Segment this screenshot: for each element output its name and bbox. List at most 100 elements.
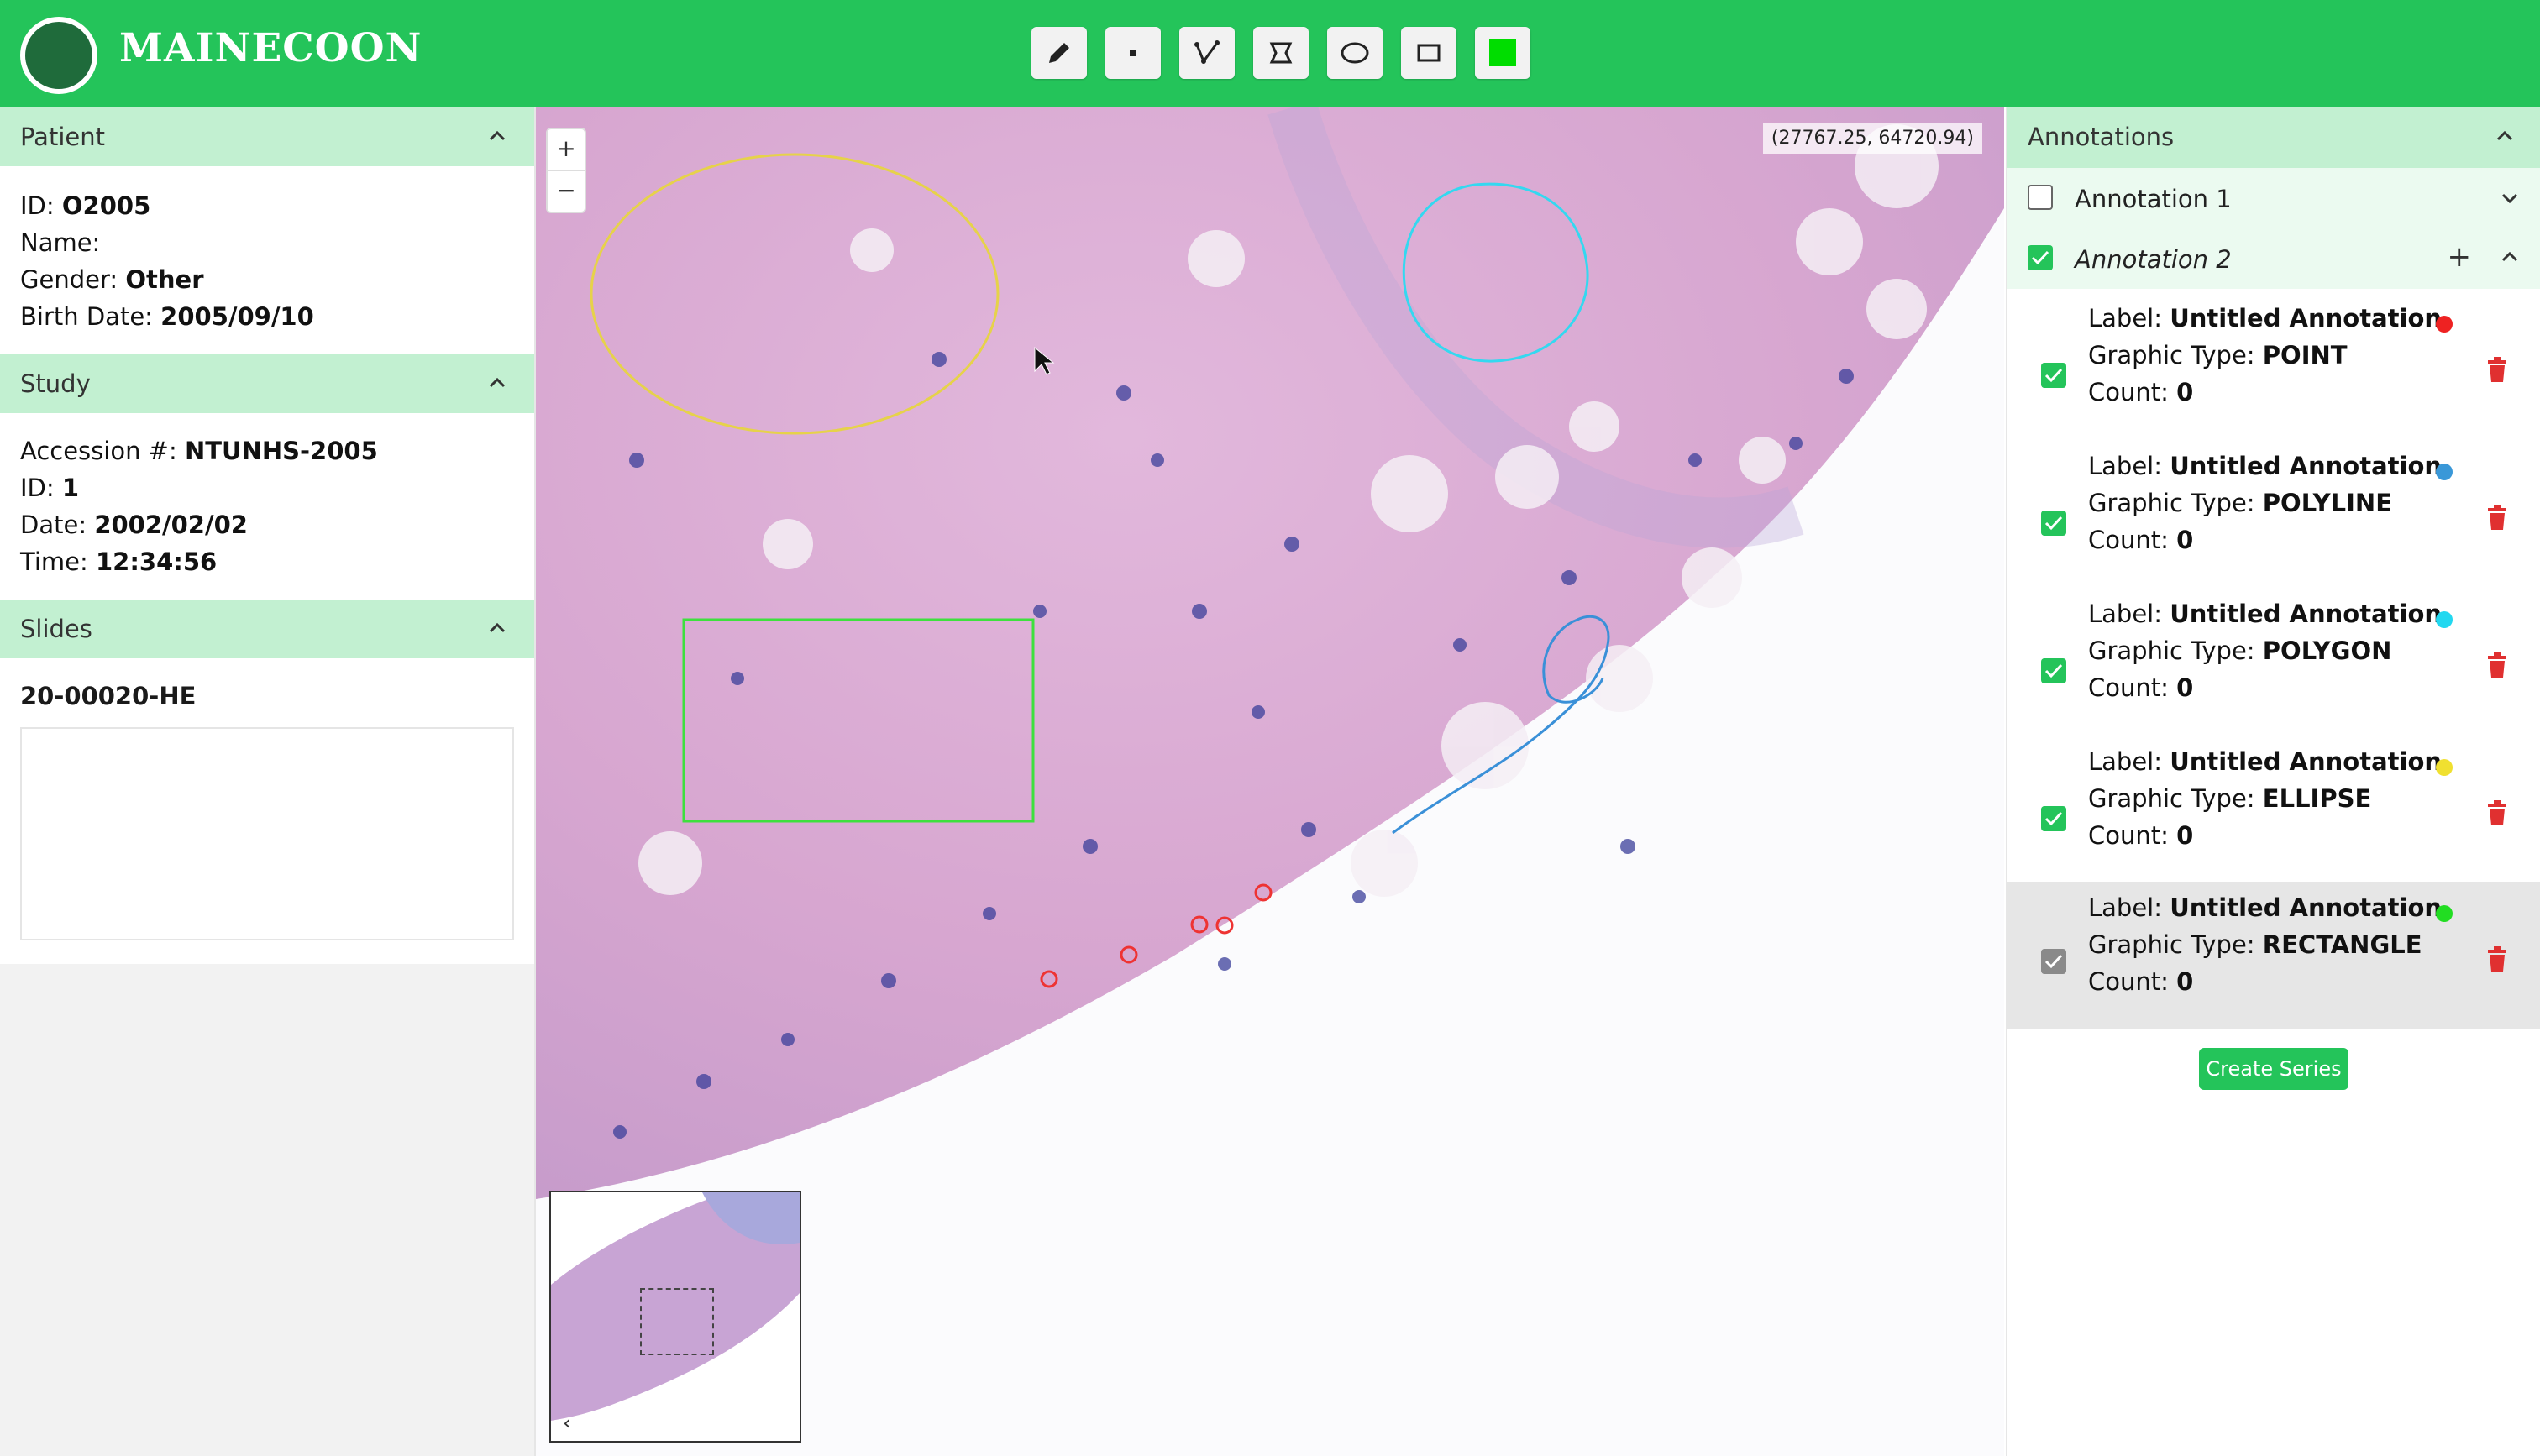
check-icon [2044,368,2063,383]
patient-birth-date: Birth Date: 2005/09/10 [20,302,314,331]
polyline-icon [1194,40,1220,65]
check-icon [2044,516,2063,531]
study-section-header[interactable]: Study [0,354,534,413]
annotation-group-row[interactable]: Annotation 2 + [2007,228,2540,289]
slide-viewer[interactable]: + − (27767.25, 64720.94) ‹ [536,107,2004,1456]
check-icon [2044,663,2063,678]
annotation-label: Label: Untitled Annotation [2088,600,2443,628]
annotation-color-dot[interactable] [2436,905,2453,922]
annotation-group-checkbox[interactable] [2028,245,2053,270]
check-icon [2044,954,2063,969]
study-accession: Accession #: NTUNHS-2005 [20,437,378,465]
left-panel-footer [0,964,534,1456]
point-tool-button[interactable] [1105,27,1161,79]
study-title: Study [20,369,91,398]
trash-icon [2488,357,2506,382]
annotation-visibility-checkbox[interactable] [2041,949,2066,974]
annotation-group-row[interactable]: Annotation 1 [2007,168,2540,228]
polyline-tool-button[interactable] [1179,27,1235,79]
annotation-color-dot[interactable] [2436,611,2453,628]
color-swatch-icon [1489,39,1516,66]
pen-tool-button[interactable] [1031,27,1087,79]
trash-icon [2488,505,2506,530]
create-series-button[interactable]: Create Series [2199,1048,2348,1090]
check-icon [2044,811,2063,826]
annotation-label: Label: Untitled Annotation [2088,747,2443,776]
patient-gender: Gender: Other [20,265,204,294]
patient-section-header[interactable]: Patient [0,107,534,166]
annotation-item-selected[interactable]: Label: Untitled Annotation Graphic Type:… [2007,882,2540,1029]
annotation-count: Count: 0 [2088,967,2194,996]
chevron-up-icon [2501,251,2518,262]
annotation-graphic-type: Graphic Type: POLYGON [2088,636,2392,665]
patient-id: ID: O2005 [20,191,151,220]
left-panel: Patient ID: O2005 Name: Gender: Other Bi… [0,107,536,1456]
polygon-icon [1269,42,1293,64]
ellipse-tool-button[interactable] [1327,27,1383,79]
annotation-graphic-type: Graphic Type: ELLIPSE [2088,784,2372,813]
pencil-icon [1049,43,1069,63]
annotations-title: Annotations [2028,123,2175,151]
study-time: Time: 12:34:56 [20,547,218,576]
minimap[interactable]: ‹ [549,1191,801,1443]
annotation-visibility-checkbox[interactable] [2041,511,2066,536]
annotation-label: Label: Untitled Annotation [2088,893,2443,922]
check-icon [2031,250,2049,265]
chevron-up-icon [2496,130,2513,141]
coordinate-readout: (27767.25, 64720.94) [1762,123,1982,154]
annotation-item[interactable]: Label: Untitled Annotation Graphic Type:… [2007,302,2540,450]
polygon-tool-button[interactable] [1253,27,1309,79]
annotations-panel: Annotations Annotation 1 Annotation 2 + … [2006,107,2540,1456]
slide-name[interactable]: 20-00020-HE [20,682,196,710]
annotation-item[interactable]: Label: Untitled Annotation Graphic Type:… [2007,450,2540,598]
trash-icon [2488,800,2506,825]
chevron-up-icon [489,130,506,141]
annotation-group-name: Annotation 2 [2075,245,2232,274]
study-date: Date: 2002/02/02 [20,511,248,539]
trash-icon [2488,652,2506,678]
app-header: MAINECOON [0,0,2540,107]
trash-icon [2488,946,2506,972]
ellipse-icon [1341,42,1369,64]
annotation-graphic-type: Graphic Type: RECTANGLE [2088,930,2422,959]
zoom-control: + − [546,128,586,213]
annotation-group-checkbox[interactable] [2028,185,2053,210]
minimap-collapse-icon[interactable]: ‹ [563,1411,571,1436]
study-id: ID: 1 [20,474,80,502]
slides-section-header[interactable]: Slides [0,600,534,658]
annotation-group-name: Annotation 1 [2075,185,2232,213]
annotation-graphic-type: Graphic Type: POINT [2088,341,2348,369]
slides-title: Slides [20,615,92,643]
annotation-visibility-checkbox[interactable] [2041,658,2066,683]
annotation-count: Count: 0 [2088,526,2194,554]
chevron-down-icon [2501,193,2518,204]
annotation-graphic-type: Graphic Type: POLYLINE [2088,489,2392,517]
annotation-color-dot[interactable] [2436,759,2453,776]
add-annotation-button[interactable]: + [2448,240,2472,274]
chevron-up-icon [489,622,506,633]
minimap-viewport[interactable] [640,1288,714,1355]
annotation-visibility-checkbox[interactable] [2041,806,2066,831]
rectangle-tool-button[interactable] [1401,27,1456,79]
annotation-item[interactable]: Label: Untitled Annotation Graphic Type:… [2007,746,2540,893]
annotation-color-dot[interactable] [2436,316,2453,333]
patient-title: Patient [20,123,105,151]
annotation-count: Count: 0 [2088,673,2194,702]
annotation-label: Label: Untitled Annotation [2088,304,2443,333]
annotation-visibility-checkbox[interactable] [2041,363,2066,388]
annotation-color-dot[interactable] [2436,464,2453,480]
point-icon [1130,50,1136,56]
color-picker-button[interactable] [1475,27,1530,79]
mainecoon-logo-icon [20,17,97,94]
app-title: MAINECOON [119,25,422,71]
annotation-count: Count: 0 [2088,378,2194,406]
annotation-count: Count: 0 [2088,821,2194,850]
rectangle-icon [1417,44,1441,62]
chevron-up-icon [489,377,506,388]
zoom-in-button[interactable]: + [548,129,585,171]
zoom-out-button[interactable]: − [548,171,585,212]
patient-name: Name: [20,228,101,257]
slide-thumbnail[interactable] [20,727,514,940]
annotations-header[interactable]: Annotations [2007,107,2540,168]
annotation-item[interactable]: Label: Untitled Annotation Graphic Type:… [2007,598,2540,746]
